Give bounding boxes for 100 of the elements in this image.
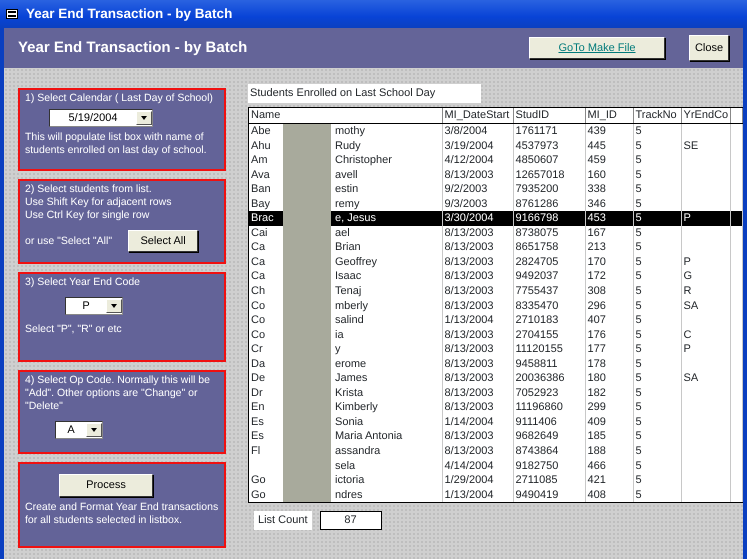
table-cell: 9111406 <box>516 416 557 428</box>
make-file-button[interactable]: GoTo Make File <box>529 37 665 59</box>
dropdown-field[interactable]: A <box>55 421 103 439</box>
table-cell: P <box>684 256 691 268</box>
close-button[interactable]: Close <box>689 35 729 61</box>
table-cell: 11196860 <box>516 401 563 414</box>
list-row[interactable]: Ava avell 8/13/2003 12657018 160 5 <box>249 168 742 182</box>
table-cell: 466 <box>588 460 606 472</box>
name-fragment: Geoffrey <box>335 256 377 268</box>
table-cell: 8738075 <box>516 226 558 239</box>
table-cell: 5 <box>636 358 642 370</box>
table-cell: 3/19/2004 <box>444 140 494 152</box>
list-row[interactable]: Go ndres 1/13/2004 9490419 408 5 <box>249 488 742 502</box>
table-cell: 167 <box>588 226 606 239</box>
list-row[interactable]: Dr Krista 8/13/2003 7052923 182 5 <box>249 386 742 400</box>
table-cell: 8/13/2003 <box>444 285 494 298</box>
list-row[interactable]: Es Sonia 1/14/2004 9111406 409 5 <box>249 414 742 430</box>
list-row[interactable]: Ca Geoffrey 8/13/2003 2824705 170 5 P <box>249 254 742 270</box>
list-row[interactable]: De James 8/13/2003 20036386 180 5 SA <box>249 371 742 386</box>
list-row[interactable]: Am Christopher 4/12/2004 4850607 459 5 <box>249 153 742 168</box>
list-row[interactable]: Da erome 8/13/2003 9458811 178 5 <box>249 356 742 372</box>
table-cell: C <box>684 328 692 341</box>
form-title: Year End Transaction - by Batch <box>18 38 248 58</box>
name-fragment: avell <box>335 168 358 181</box>
table-cell: 5 <box>636 416 642 428</box>
table-cell: SE <box>684 140 698 152</box>
table-cell: 5 <box>636 168 642 181</box>
list-row[interactable]: Ban estin 9/2/2003 7935200 338 5 <box>249 182 742 197</box>
list-row[interactable]: En Kimberly 8/13/2003 11196860 299 5 <box>249 400 742 415</box>
list-row[interactable]: Ca Brian 8/13/2003 8651758 213 5 <box>249 240 742 255</box>
name-fragment: assandra <box>335 445 380 458</box>
table-cell: 178 <box>588 358 606 370</box>
table-cell: 8/13/2003 <box>444 372 494 384</box>
table-cell: 177 <box>588 343 606 356</box>
list-row[interactable]: Cr y 8/13/2003 11120155 177 5 P <box>249 342 742 357</box>
name-fragment: Rudy <box>335 140 361 152</box>
table-cell: 8335470 <box>516 300 558 312</box>
name-fragment: Co <box>251 328 266 341</box>
name-fragment: Es <box>251 430 264 442</box>
name-fragment: Christopher <box>335 154 392 166</box>
list-row[interactable]: Brac e, Jesus 3/30/2004 9166798 453 5 P <box>249 211 742 226</box>
list-row[interactable]: Fl assandra 8/13/2003 8743864 188 5 <box>249 444 742 459</box>
table-cell: 296 <box>588 300 606 312</box>
table-cell: 182 <box>588 386 606 399</box>
name-fragment: Es <box>251 416 264 428</box>
name-fragment: Maria Antonia <box>335 430 402 442</box>
name-fragment: ia <box>335 328 344 341</box>
list-row[interactable]: Es Maria Antonia 8/13/2003 9682649 185 5 <box>249 429 742 444</box>
table-cell: G <box>684 270 692 282</box>
list-row[interactable]: Go ictoria 1/29/2004 2711085 421 5 <box>249 473 742 488</box>
dropdown-field[interactable]: P <box>65 297 123 315</box>
table-cell: 408 <box>588 488 606 501</box>
table-cell: 9490419 <box>516 488 558 501</box>
table-cell: 8743864 <box>516 445 558 458</box>
select-all-button[interactable]: Select All <box>128 230 198 252</box>
name-fragment: Ca <box>251 270 266 282</box>
table-cell: 5 <box>636 386 642 399</box>
column-header: MI_ID <box>585 108 633 124</box>
table-cell: 2704155 <box>516 328 558 341</box>
dropdown-arrow-icon <box>111 304 117 308</box>
name-fragment: Bay <box>251 198 270 210</box>
list-row[interactable]: Ahu Rudy 3/19/2004 4537973 445 5 SE <box>249 138 742 154</box>
table-cell: 8/13/2003 <box>444 300 494 312</box>
name-fragment: e, Jesus <box>335 212 376 224</box>
name-fragment: Ava <box>251 168 270 181</box>
name-fragment: Dr <box>251 386 263 399</box>
list-row[interactable]: Ca Isaac 8/13/2003 9492037 172 5 G <box>249 269 742 284</box>
column-header: MI_DateStart <box>442 108 513 124</box>
list-row[interactable]: Cai ael 8/13/2003 8738075 167 5 <box>249 226 742 240</box>
table-cell: 7755437 <box>516 285 558 298</box>
table-cell: 8/13/2003 <box>444 386 494 399</box>
step-label: 4) Select Op Code. Normally this will be "Add". Other options are "Change" or "Delete" <box>25 374 211 413</box>
list-row[interactable]: Co mberly 8/13/2003 8335470 296 5 SA <box>249 298 742 314</box>
name-fragment: Go <box>251 474 266 486</box>
table-cell: 5 <box>636 445 642 458</box>
list-row[interactable]: Co ia 8/13/2003 2704155 176 5 C <box>249 328 742 342</box>
process-button[interactable]: Process <box>59 474 153 497</box>
list-row[interactable]: Ch Tenaj 8/13/2003 7755437 308 5 R <box>249 284 742 299</box>
count-field: 87 <box>320 511 382 530</box>
table-cell: 5 <box>636 488 642 501</box>
instruction-text: Use Ctrl Key for single row <box>25 209 150 222</box>
dropdown-field[interactable]: 5/19/2004 <box>49 109 153 127</box>
list-row[interactable]: Abe mothy 3/8/2004 1761171 439 5 <box>249 124 742 139</box>
table-cell: 188 <box>588 445 606 458</box>
table-cell: 5 <box>636 212 642 224</box>
table-cell: 5 <box>636 183 642 196</box>
name-fragment: Abe <box>251 125 271 137</box>
table-cell: 9492037 <box>516 270 558 282</box>
table-cell: 1/13/2004 <box>444 314 494 326</box>
table-cell: 3/8/2004 <box>444 125 488 137</box>
table-cell: 445 <box>588 140 606 152</box>
table-cell: 8/13/2003 <box>444 401 494 414</box>
table-cell: 5 <box>636 372 642 384</box>
table-cell: 8/13/2003 <box>444 168 494 181</box>
table-cell: 5 <box>636 343 642 356</box>
table-cell: 5 <box>636 460 642 472</box>
table-cell: 453 <box>588 212 606 224</box>
table-cell: SA <box>684 300 698 312</box>
list-row[interactable]: sela 4/14/2004 9182750 466 5 <box>249 458 742 474</box>
list-row[interactable]: Co salind 1/13/2004 2710183 407 5 <box>249 313 742 328</box>
